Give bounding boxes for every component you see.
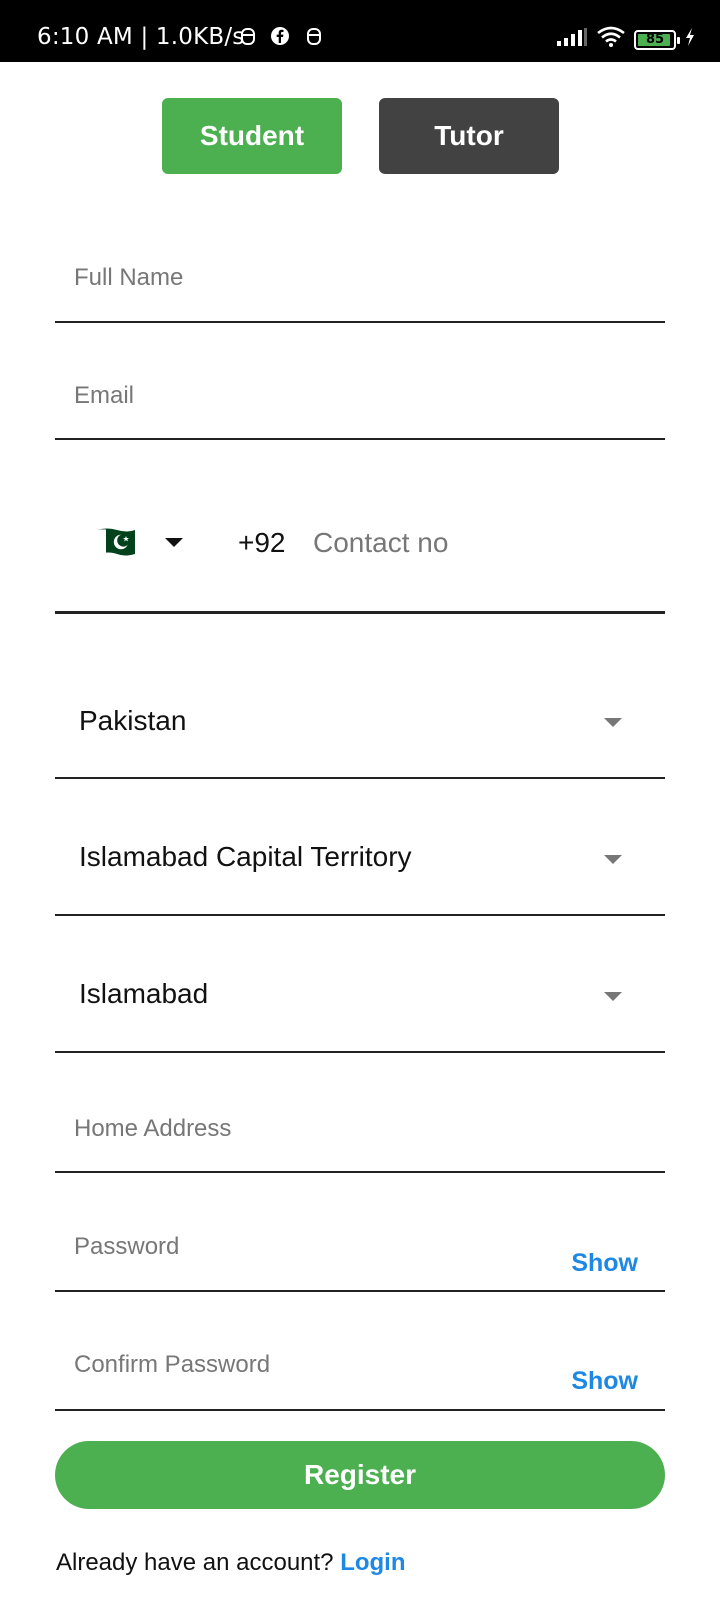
chevron-down-icon bbox=[604, 992, 622, 1001]
email-field[interactable]: Email bbox=[55, 358, 665, 440]
show-confirm-password-button[interactable]: Show bbox=[571, 1367, 638, 1396]
show-password-button[interactable]: Show bbox=[571, 1249, 638, 1278]
full-name-field[interactable]: Full Name bbox=[55, 240, 665, 323]
province-dropdown[interactable]: Islamabad Capital Territory bbox=[55, 822, 665, 916]
status-right-icons: 85 bbox=[556, 26, 696, 53]
register-button[interactable]: Register bbox=[55, 1441, 665, 1509]
country-value: Pakistan bbox=[79, 705, 187, 736]
province-value: Islamabad Capital Territory bbox=[79, 841, 412, 872]
chevron-down-icon bbox=[604, 718, 622, 727]
pakistan-flag-icon[interactable] bbox=[95, 527, 137, 557]
battery-level: 85 bbox=[645, 32, 665, 47]
password-field[interactable]: Password Show bbox=[55, 1210, 665, 1292]
tutor-button[interactable]: Tutor bbox=[379, 98, 559, 174]
notification-icon bbox=[240, 26, 256, 51]
full-name-placeholder: Full Name bbox=[74, 264, 184, 291]
confirm-password-placeholder: Confirm Password bbox=[74, 1351, 271, 1378]
country-code-dropdown-icon[interactable] bbox=[165, 538, 183, 547]
status-bar: 6:10 AM | 1.0KB/s 85 bbox=[0, 0, 720, 62]
phone-field[interactable]: +92 Contact no bbox=[55, 483, 665, 614]
login-prompt-row: Already have an account? Login bbox=[56, 1549, 406, 1577]
login-link[interactable]: Login bbox=[340, 1549, 405, 1576]
status-time-speed: 6:10 AM | 1.0KB/s bbox=[37, 24, 245, 50]
chevron-down-icon bbox=[604, 855, 622, 864]
confirm-password-field[interactable]: Confirm Password Show bbox=[55, 1328, 665, 1411]
country-dropdown[interactable]: Pakistan bbox=[55, 686, 665, 779]
battery-icon: 85 bbox=[634, 29, 680, 50]
signal-icon bbox=[556, 27, 588, 52]
home-address-placeholder: Home Address bbox=[74, 1115, 232, 1142]
city-dropdown[interactable]: Islamabad bbox=[55, 959, 665, 1053]
student-button[interactable]: Student bbox=[162, 98, 342, 174]
home-address-field[interactable]: Home Address bbox=[55, 1092, 665, 1173]
city-value: Islamabad bbox=[79, 978, 209, 1009]
contact-no-placeholder: Contact no bbox=[313, 527, 449, 558]
password-placeholder: Password bbox=[74, 1233, 180, 1260]
wifi-icon bbox=[596, 26, 626, 53]
facebook-icon bbox=[270, 26, 290, 51]
notification-icon bbox=[306, 26, 322, 51]
login-prompt-text: Already have an account? bbox=[56, 1549, 334, 1576]
email-placeholder: Email bbox=[74, 382, 135, 409]
dial-code: +92 bbox=[238, 527, 286, 558]
charging-icon bbox=[684, 27, 696, 52]
